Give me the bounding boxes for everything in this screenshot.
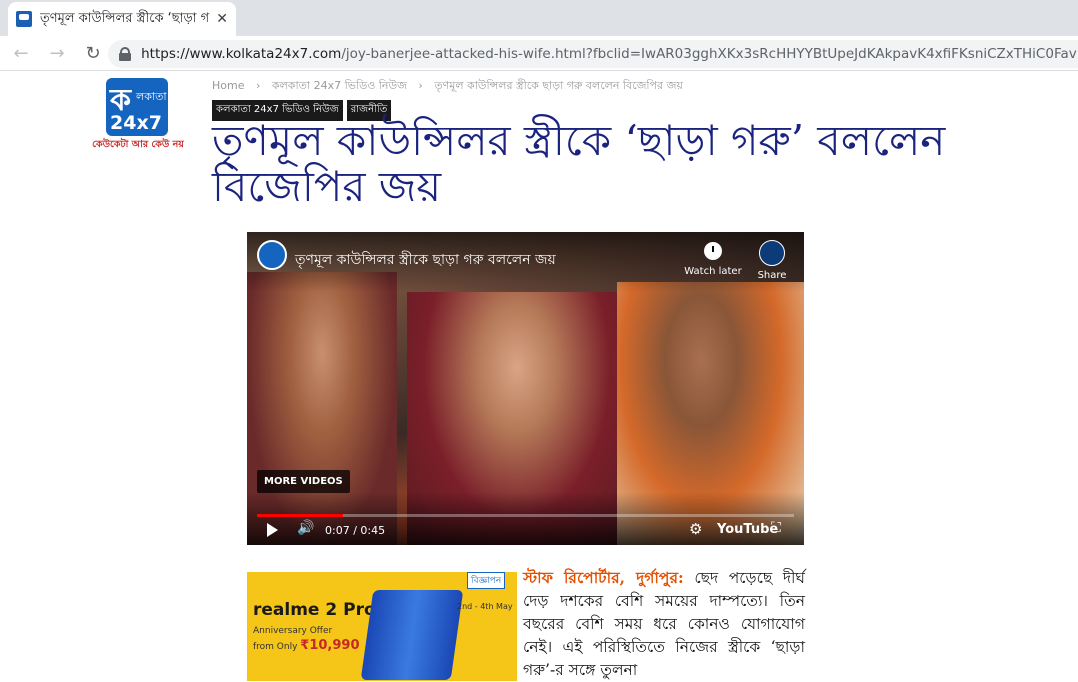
- video-time: 0:07 / 0:45: [325, 524, 386, 537]
- tab-title: তৃণমূল কাউন্সিলর স্ত্রীকে ‘ছাড়া গ: [40, 10, 210, 26]
- article-reporter: স্টাফ রিপোর্টার, দুর্গাপুর:: [523, 568, 684, 587]
- logo-tagline: কেউকেটা আর কেউ নয়: [92, 139, 184, 150]
- play-icon[interactable]: [267, 523, 278, 537]
- share-icon: [759, 240, 785, 266]
- ad-brand: realme 2 Pro: [253, 600, 376, 620]
- watch-later-button[interactable]: Watch later: [683, 242, 743, 277]
- fullscreen-icon[interactable]: ⛶: [771, 520, 781, 536]
- logo-24x7: 24x7: [110, 112, 162, 134]
- address-bar[interactable]: https://www.kolkata24x7.com/joy-banerjee…: [108, 40, 1078, 68]
- article-body: স্টাফ রিপোর্টার, দুর্গাপুর: ছেদ পড়েছে দ…: [523, 566, 805, 682]
- ad-price: from Only ₹10,990: [253, 638, 360, 653]
- article-headline: তৃণমূল কাউন্সিলর স্ত্রীকে ‘ছাড়া গরু’ বল…: [212, 116, 946, 211]
- logo-kolkata: লকাতা: [136, 90, 167, 103]
- more-videos-button[interactable]: MORE VIDEOS: [257, 470, 350, 493]
- browser-toolbar: ← → ↻ https://www.kolkata24x7.com/joy-ba…: [0, 36, 1078, 71]
- breadcrumb-section[interactable]: কলকাতা 24x7 ভিডিও নিউজ: [272, 79, 407, 92]
- breadcrumb-separator: ›: [418, 79, 423, 92]
- video-bottom-overlay: [247, 492, 804, 545]
- youtube-logo[interactable]: YouTube: [717, 522, 778, 537]
- breadcrumb-current: তৃণমূল কাউন্সিলর স্ত্রীকে ছাড়া গরু বললে…: [434, 79, 683, 92]
- video-progress-bar[interactable]: [257, 514, 794, 517]
- channel-avatar-icon[interactable]: [257, 240, 287, 270]
- youtube-video-player[interactable]: তৃণমূল কাউন্সিলর স্ত্রীকে ছাড়া গরু বললে…: [247, 232, 804, 545]
- ad-dates: 2nd - 4th May: [457, 602, 513, 611]
- site-logo[interactable]: ক লকাতা 24x7 কেউকেটা আর কেউ নয়: [90, 78, 186, 156]
- ad-price-value: ₹10,990: [300, 638, 360, 653]
- ad-price-prefix: from Only: [253, 642, 298, 652]
- url-host: https://www.kolkata24x7.com: [141, 46, 342, 62]
- lock-icon: [118, 47, 132, 61]
- close-tab-icon[interactable]: ✕: [216, 11, 228, 27]
- browser-tab[interactable]: তৃণমূল কাউন্সিলর স্ত্রীকে ‘ছাড়া গ ✕: [8, 2, 236, 36]
- url-path: /joy-banerjee-attacked-his-wife.html?fbc…: [341, 46, 1078, 62]
- settings-gear-icon[interactable]: ⚙: [689, 520, 702, 538]
- ad-label[interactable]: বিজ্ঞাপন: [467, 572, 506, 589]
- reload-button[interactable]: ↻: [78, 38, 108, 68]
- ad-phones-image: [360, 590, 464, 680]
- video-progress-fill: [257, 514, 343, 517]
- volume-icon[interactable]: 🔊: [297, 520, 314, 536]
- advertisement-banner[interactable]: বিজ্ঞাপন realme 2 Pro Anniversary Offer …: [247, 572, 517, 681]
- share-button[interactable]: Share: [752, 240, 792, 281]
- breadcrumb: Home › কলকাতা 24x7 ভিডিও নিউজ › তৃণমূল ক…: [212, 77, 691, 96]
- watch-later-label: Watch later: [684, 266, 742, 277]
- ad-offer: Anniversary Offer: [253, 626, 333, 636]
- back-button[interactable]: ←: [6, 38, 36, 68]
- logo-badge: ক লকাতা 24x7: [106, 78, 168, 136]
- share-label: Share: [757, 270, 787, 281]
- video-title[interactable]: তৃণমূল কাউন্সিলর স্ত্রীকে ছাড়া গরু বললে…: [295, 248, 556, 272]
- url-text: https://www.kolkata24x7.com/joy-banerjee…: [141, 46, 1078, 62]
- breadcrumb-separator: ›: [255, 79, 261, 92]
- site-favicon-icon: [16, 11, 32, 27]
- forward-button[interactable]: →: [42, 38, 72, 68]
- clock-icon: [704, 242, 722, 260]
- browser-tab-strip: তৃণমূল কাউন্সিলর স্ত্রীকে ‘ছাড়া গ ✕: [0, 0, 1078, 36]
- breadcrumb-home[interactable]: Home: [212, 79, 244, 92]
